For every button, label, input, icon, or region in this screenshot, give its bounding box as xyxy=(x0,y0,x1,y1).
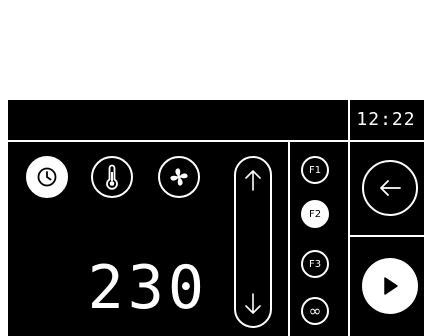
function-column-divider-right xyxy=(348,142,350,336)
function-column-divider-left xyxy=(288,142,290,336)
play-icon xyxy=(384,277,398,295)
back-button[interactable] xyxy=(362,160,418,216)
decrease-button[interactable] xyxy=(236,284,270,324)
temperature-mode-button[interactable] xyxy=(91,156,133,198)
function-infinity-button[interactable]: ∞ xyxy=(301,297,329,325)
clock-readout: 12:22 xyxy=(356,109,416,130)
thermometer-icon xyxy=(106,164,118,190)
value-display: 230 xyxy=(87,253,208,323)
fan-mode-button[interactable] xyxy=(158,156,200,198)
timer-mode-button[interactable] xyxy=(26,156,68,198)
increase-button[interactable] xyxy=(236,160,270,200)
page: 12:22 230 F1 F2 F3 ∞ xyxy=(0,0,428,336)
start-button[interactable] xyxy=(362,258,418,314)
adjust-control xyxy=(234,156,272,328)
clock-icon xyxy=(37,167,57,187)
function-f2-button[interactable]: F2 xyxy=(301,200,329,228)
action-divider xyxy=(350,235,424,237)
top-divider xyxy=(8,140,424,142)
arrow-down-icon xyxy=(245,293,261,314)
control-panel: 12:22 230 F1 F2 F3 ∞ xyxy=(8,100,424,336)
arrow-left-icon xyxy=(380,180,401,196)
fan-icon xyxy=(170,168,188,186)
function-f3-button[interactable]: F3 xyxy=(301,250,329,278)
function-f1-button[interactable]: F1 xyxy=(301,156,329,184)
arrow-up-icon xyxy=(245,170,261,191)
